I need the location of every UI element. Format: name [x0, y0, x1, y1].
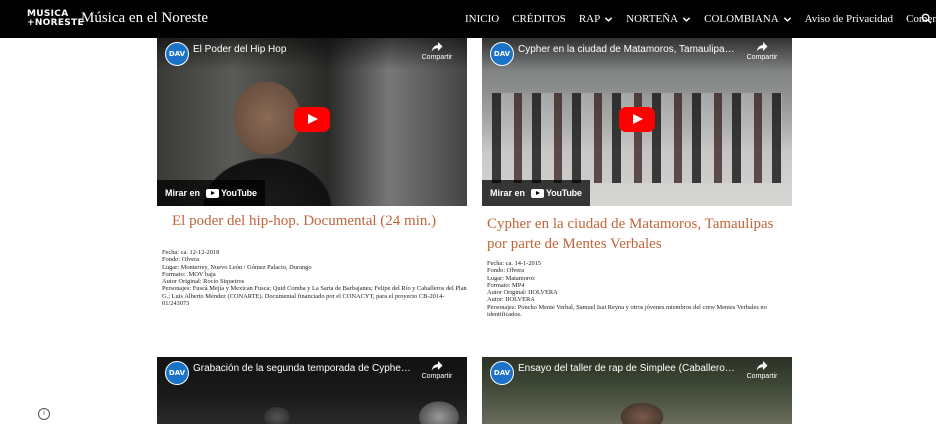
meta-line: Fondo: Olvera: [162, 256, 200, 264]
share-arrow-icon: [431, 361, 443, 371]
video-title[interactable]: Ensayo del taller de rap de Simplee (Cab…: [518, 363, 738, 374]
video-title[interactable]: Cypher en la ciudad de Matamoros, Tamaul…: [518, 44, 738, 55]
share-label: Compartir: [421, 54, 453, 61]
meta-line: Autor Original: Rocío Siqueiros: [162, 278, 245, 286]
video-title[interactable]: Grabación de la segunda temporada de Cyp…: [193, 363, 413, 374]
share-arrow-icon: [756, 42, 768, 52]
watch-on-youtube-button[interactable]: Mirar en YouTube: [482, 180, 590, 206]
share-arrow-icon: [431, 42, 443, 52]
channel-avatar[interactable]: DAV: [490, 42, 514, 66]
meta-line: Formato: MP4: [487, 281, 525, 289]
meta-line: Personajes: Fusca Mejía y Mexican Fusca;…: [162, 285, 467, 308]
nav-item-colombiana[interactable]: COLOMBIANA: [704, 13, 792, 25]
nav-item-rap[interactable]: RAP: [579, 13, 613, 25]
nav-item-creditos[interactable]: CRÉDITOS: [512, 13, 566, 25]
nav-item-label: RAP: [578, 13, 601, 25]
share-button[interactable]: Compartir: [742, 41, 782, 61]
nav-item-label: Aviso de Privacidad: [804, 13, 894, 25]
watch-on-youtube-button[interactable]: Mirar en YouTube: [157, 180, 265, 206]
youtube-logo-icon: YouTube: [206, 188, 257, 198]
nav-item-label: CRÉDITOS: [512, 13, 566, 25]
play-button-icon[interactable]: [294, 107, 330, 132]
meta-line: Formato: .MOV baja: [162, 270, 216, 278]
site-logo[interactable]: MUSICA +NORESTE: [27, 10, 84, 32]
youtube-logo-icon: YouTube: [531, 188, 582, 198]
logo-line-2: +NORESTE: [27, 18, 84, 28]
channel-avatar[interactable]: DAV: [490, 361, 514, 385]
nav-item-aviso-privacidad[interactable]: Aviso de Privacidad: [805, 13, 893, 25]
channel-avatar[interactable]: DAV: [165, 361, 189, 385]
video-embed-2[interactable]: DAV Cypher en la ciudad de Matamoros, Ta…: [482, 38, 792, 206]
card-metadata-1: Fecha: ca. 12-12-2018 Fondo: Olvera Luga…: [162, 249, 468, 307]
watch-label: Mirar en: [490, 188, 526, 198]
video-title[interactable]: El Poder del Hip Hop: [193, 44, 413, 55]
nav-item-label: NORTEÑA: [626, 13, 679, 25]
site-title[interactable]: Música en el Noreste: [81, 10, 208, 27]
watch-label: Mirar en: [165, 188, 201, 198]
meta-line: Personajes: Poncho Mente Verbal, Samuel …: [487, 303, 767, 319]
nav-item-label: INICIO: [465, 13, 500, 25]
share-button[interactable]: Compartir: [742, 360, 782, 380]
share-label: Compartir: [421, 373, 453, 380]
nav-item-nortena[interactable]: NORTEÑA: [626, 13, 691, 25]
card-metadata-2: Fecha: ca. 14-1-2015 Fondo: Olvera Lugar…: [487, 260, 791, 318]
chevron-down-icon: [605, 16, 613, 22]
meta-line: Lugar: Matamoros: [487, 274, 535, 282]
meta-line: Autor Original: IIOLVERA: [487, 289, 558, 297]
video-embed-1[interactable]: DAV El Poder del Hip Hop Compartir Mirar…: [157, 38, 467, 206]
video-embed-3[interactable]: DAV Grabación de la segunda temporada de…: [157, 357, 467, 424]
meta-line: Fondo: Olvera: [487, 267, 525, 275]
meta-line: Lugar: Monterrey, Nuevo León / Gómez Pal…: [162, 263, 312, 271]
nav-item-inicio[interactable]: INICIO: [465, 13, 499, 25]
main-nav: INICIO CRÉDITOS RAP NORTEÑA COLOMBIANA A…: [465, 0, 936, 38]
card-title-1[interactable]: El poder del hip-hop. Documental (24 min…: [172, 211, 462, 231]
search-icon[interactable]: [921, 13, 932, 24]
share-label: Compartir: [746, 54, 778, 61]
meta-line: Autor: IIOLVERA: [487, 296, 535, 304]
share-button[interactable]: Compartir: [417, 41, 457, 61]
video-embed-4[interactable]: DAV Ensayo del taller de rap de Simplee …: [482, 357, 792, 424]
chevron-down-icon: [783, 16, 791, 22]
share-label: Compartir: [746, 373, 778, 380]
share-arrow-icon: [756, 361, 768, 371]
share-button[interactable]: Compartir: [417, 360, 457, 380]
top-navigation-bar: MUSICA +NORESTE Música en el Noreste INI…: [0, 0, 936, 38]
card-title-2[interactable]: Cypher en la ciudad de Matamoros, Tamaul…: [487, 214, 787, 254]
play-button-icon[interactable]: [619, 107, 655, 132]
channel-avatar[interactable]: DAV: [165, 42, 189, 66]
chevron-down-icon: [682, 16, 691, 22]
meta-line: Fecha: ca. 12-12-2018: [162, 249, 220, 256]
info-icon[interactable]: i: [38, 408, 50, 420]
meta-line: Fecha: ca. 14-1-2015: [487, 260, 542, 267]
nav-item-label: COLOMBIANA: [704, 13, 779, 25]
